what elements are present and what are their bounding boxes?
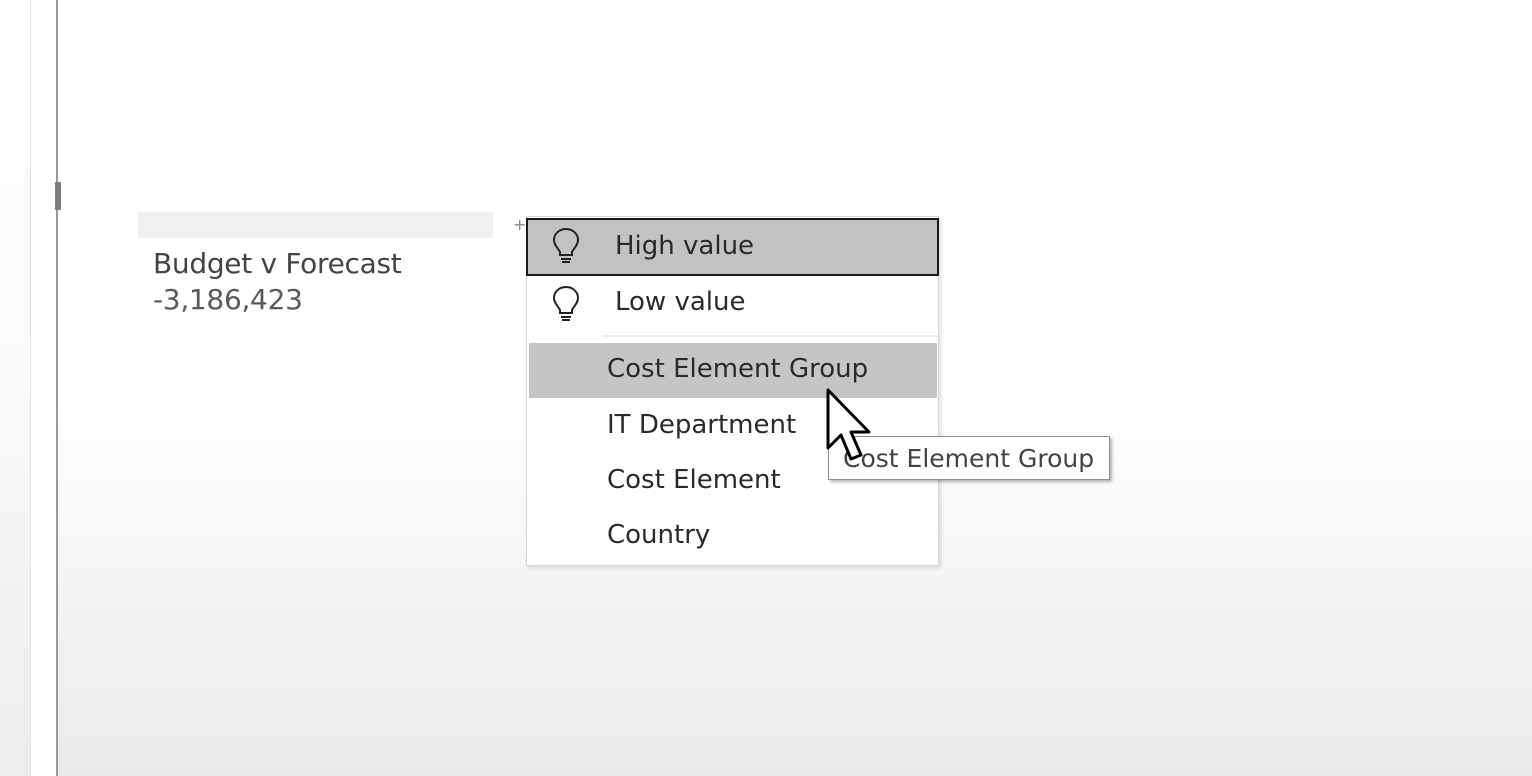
expand-plus-icon[interactable]: +: [513, 215, 526, 234]
pane-resize-handle[interactable]: [55, 182, 61, 210]
menu-item-label: IT Department: [607, 410, 797, 440]
visual-header-bar[interactable]: [138, 212, 493, 238]
menu-separator: [603, 335, 938, 337]
menu-item-label: Country: [607, 520, 711, 550]
menu-item-country[interactable]: Country: [527, 509, 938, 564]
menu-item-high-value[interactable]: High value: [526, 218, 939, 276]
visual-title: Budget v Forecast: [153, 247, 402, 280]
visual-value: -3,186,423: [153, 283, 303, 316]
pane-divider: [56, 0, 58, 776]
menu-item-label: Cost Element Group: [607, 354, 869, 384]
lightbulb-icon: [552, 285, 580, 321]
left-pane: [0, 0, 30, 776]
menu-item-label: Low value: [615, 287, 746, 317]
menu-item-low-value[interactable]: Low value: [527, 276, 938, 331]
menu-item-label: Cost Element: [607, 465, 781, 495]
mouse-cursor-icon: [826, 388, 871, 461]
lightbulb-icon: [552, 227, 580, 263]
menu-item-label: High value: [615, 231, 755, 261]
pane-edge: [30, 0, 57, 776]
